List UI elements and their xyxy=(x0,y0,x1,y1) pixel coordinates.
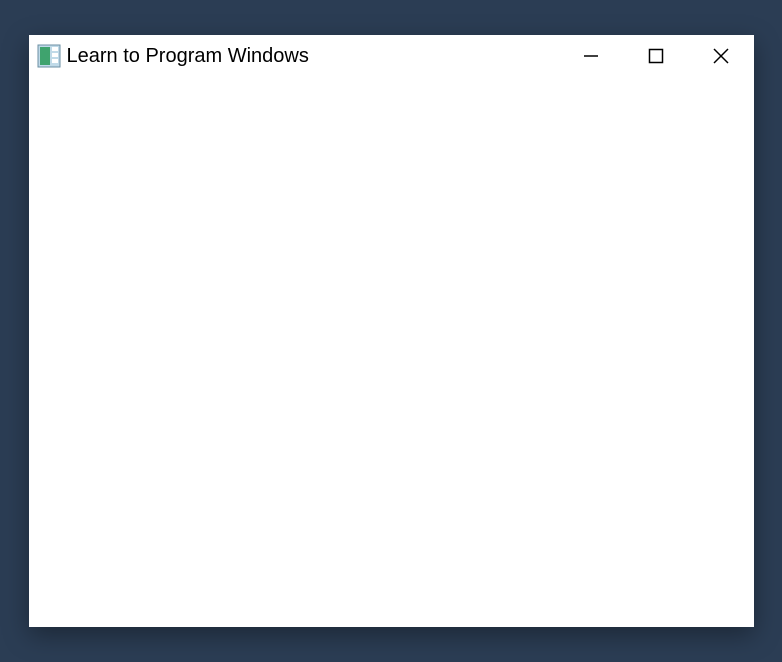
app-icon xyxy=(37,44,61,68)
maximize-button[interactable] xyxy=(624,35,689,77)
title-bar[interactable]: Learn to Program Windows xyxy=(29,35,754,77)
maximize-icon xyxy=(648,48,664,64)
minimize-icon xyxy=(583,48,599,64)
client-area xyxy=(29,77,754,627)
close-icon xyxy=(713,48,729,64)
close-button[interactable] xyxy=(689,35,754,77)
window-title: Learn to Program Windows xyxy=(67,45,309,68)
minimize-button[interactable] xyxy=(559,35,624,77)
caption-buttons xyxy=(559,35,754,77)
application-window: Learn to Program Windows xyxy=(29,35,754,627)
